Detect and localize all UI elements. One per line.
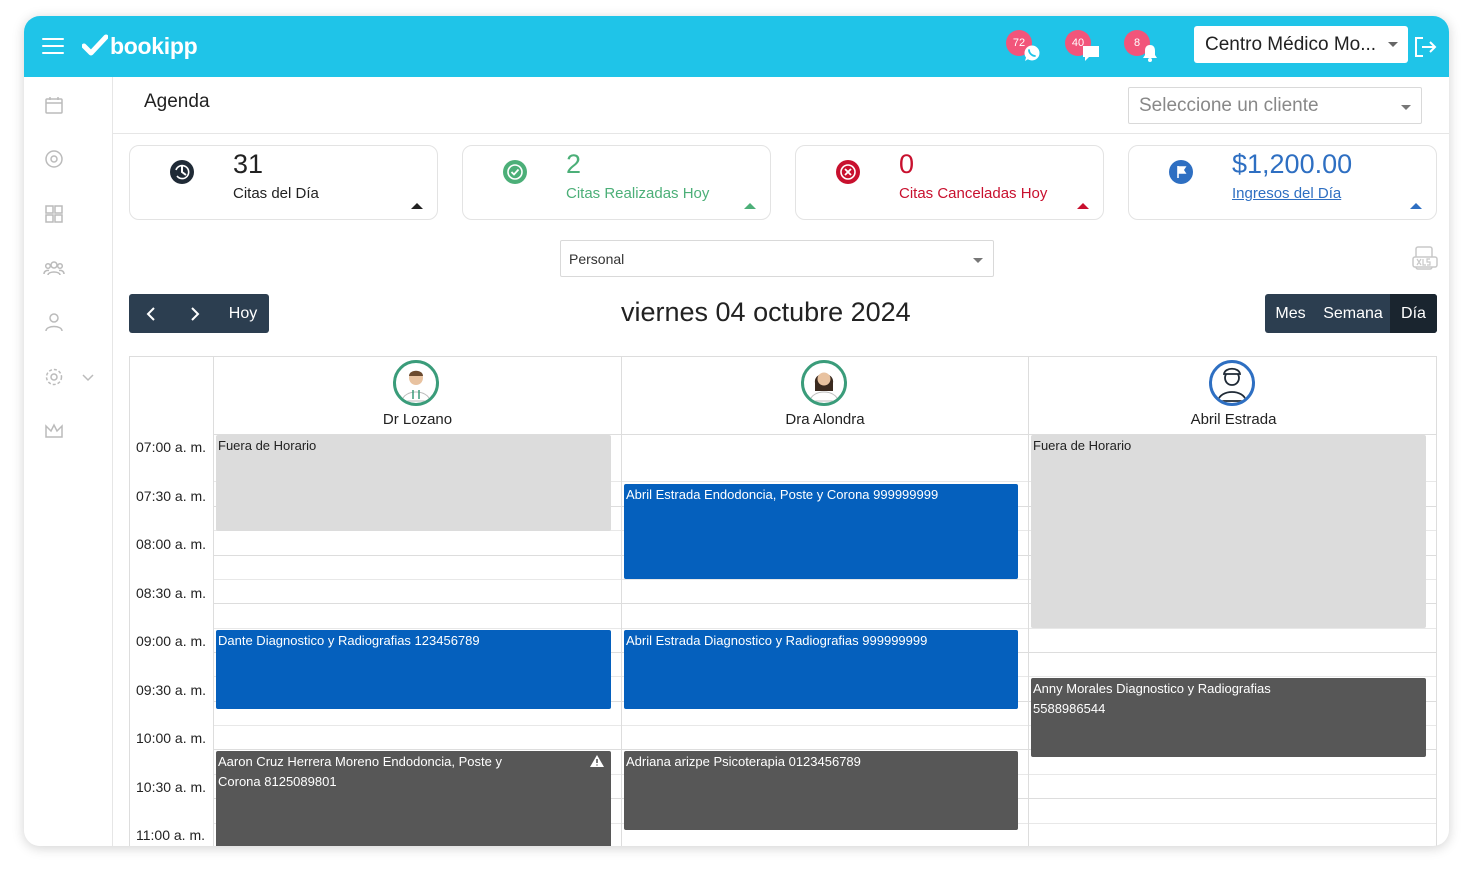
chevron-down-icon[interactable] xyxy=(82,374,94,382)
time-label: 10:00 a. m. xyxy=(136,730,207,746)
stat-label: Citas del Día xyxy=(233,185,319,202)
chevron-left-icon xyxy=(146,306,155,321)
personal-select-value: Personal xyxy=(569,250,625,267)
time-label: 08:30 a. m. xyxy=(136,585,207,601)
check-circle-icon xyxy=(503,160,527,184)
chevron-right-icon xyxy=(191,306,200,321)
appointment-event[interactable]: Abril Estrada Endodoncia, Poste y Corona… xyxy=(624,484,1018,579)
view-week-button[interactable]: Semana xyxy=(1316,294,1390,333)
chevron-down-icon xyxy=(973,258,983,263)
stat-card-canceladas[interactable]: 0 Citas Canceladas Hoy xyxy=(795,145,1104,220)
warning-icon xyxy=(590,755,604,767)
column-divider xyxy=(213,357,214,846)
stat-card-ingresos[interactable]: $1,200.00 Ingresos del Día xyxy=(1128,145,1437,220)
column-divider xyxy=(1028,357,1029,846)
grid-line xyxy=(213,628,1436,629)
center-select[interactable]: Centro Médico Mo... xyxy=(1194,26,1408,63)
gear-icon[interactable] xyxy=(43,366,65,388)
stat-value: 31 xyxy=(233,149,264,179)
staff-name: Abril Estrada xyxy=(1190,411,1277,428)
logo-text: bookipp xyxy=(110,32,198,59)
avatar xyxy=(393,360,439,406)
appointment-event[interactable]: Adriana arizpe Psicoterapia 0123456789 xyxy=(624,751,1018,830)
bell-icon xyxy=(1143,45,1157,62)
time-label: 07:00 a. m. xyxy=(136,439,207,455)
time-label: 11:00 a. m. xyxy=(136,827,206,843)
sidebar xyxy=(24,77,113,846)
bell-notification[interactable]: 8 xyxy=(1124,30,1157,64)
center-select-value: Centro Médico Mo... xyxy=(1205,33,1377,55)
chat-notification[interactable]: 40 xyxy=(1065,30,1099,64)
client-select-placeholder: Seleccione un cliente xyxy=(1139,94,1319,116)
whatsapp-icon xyxy=(1024,45,1040,61)
staff-name: Dra Alondra xyxy=(785,411,865,428)
excel-export-icon[interactable] xyxy=(1412,245,1438,273)
appointment-event[interactable]: Abril Estrada Diagnostico y Radiografias… xyxy=(624,630,1018,709)
menu-icon[interactable] xyxy=(42,38,64,54)
page-title: Agenda xyxy=(144,91,210,112)
off-hours-block[interactable]: Fuera de Horario xyxy=(216,435,611,531)
today-button[interactable]: Hoy xyxy=(217,294,269,333)
avatar xyxy=(801,360,847,406)
appointment-event[interactable]: Anny Morales Diagnostico y Radiografias … xyxy=(1031,678,1426,757)
main-content: Agenda Seleccione un cliente 31 Citas de… xyxy=(113,77,1449,846)
stat-label: Citas Realizadas Hoy xyxy=(566,185,710,202)
grid-icon[interactable] xyxy=(43,203,65,225)
prev-button[interactable] xyxy=(129,294,173,333)
staff-column-header: Abril Estrada xyxy=(1028,357,1436,435)
next-button[interactable] xyxy=(173,294,217,333)
check-logo-icon xyxy=(82,34,108,56)
off-hours-block[interactable]: Fuera de Horario xyxy=(1031,435,1426,628)
calendar-nav: Hoy xyxy=(129,294,269,333)
date-title: viernes 04 octubre 2024 xyxy=(621,297,911,327)
target-icon[interactable] xyxy=(43,148,65,170)
stat-value: 0 xyxy=(899,149,915,179)
appointment-text: Aaron Cruz Herrera Moreno Endodoncia, Po… xyxy=(218,754,502,789)
time-label: 08:00 a. m. xyxy=(136,536,207,552)
main-header: Agenda Seleccione un cliente xyxy=(113,77,1449,134)
view-day-button[interactable]: Día xyxy=(1390,294,1437,333)
staff-column-header: Dra Alondra xyxy=(621,357,1028,435)
app-window: bookipp 72 40 8 Centro Médico Mo... Agen… xyxy=(24,16,1449,846)
appointment-event[interactable]: Dante Diagnostico y Radiografias 1234567… xyxy=(216,630,611,709)
time-label: 10:30 a. m. xyxy=(136,779,207,795)
personal-select[interactable]: Personal xyxy=(560,240,994,277)
caret-up-icon xyxy=(744,203,756,209)
stat-card-citas-dia[interactable]: 31 Citas del Día xyxy=(129,145,438,220)
stat-label: Citas Canceladas Hoy xyxy=(899,185,1048,202)
top-bar: bookipp 72 40 8 Centro Médico Mo... xyxy=(24,16,1449,77)
cancel-circle-icon xyxy=(836,160,860,184)
caret-up-icon xyxy=(1410,203,1422,209)
view-month-button[interactable]: Mes xyxy=(1265,294,1316,333)
day-calendar: Dr Lozano Dra Alondra Abril Estrada 07:0… xyxy=(129,356,1437,846)
column-divider xyxy=(621,357,622,846)
time-label: 09:30 a. m. xyxy=(136,682,207,698)
logout-icon[interactable] xyxy=(1413,35,1439,59)
flag-icon xyxy=(1169,160,1193,184)
chat-icon xyxy=(1083,46,1099,61)
time-label: 07:30 a. m. xyxy=(136,488,207,504)
appointment-event[interactable]: Aaron Cruz Herrera Moreno Endodoncia, Po… xyxy=(216,751,611,846)
staff-name: Dr Lozano xyxy=(382,411,453,428)
user-icon[interactable] xyxy=(43,311,65,333)
whatsapp-notification[interactable]: 72 xyxy=(1006,30,1040,64)
history-icon xyxy=(170,160,194,184)
chevron-down-icon xyxy=(1401,105,1411,110)
stat-card-realizadas[interactable]: 2 Citas Realizadas Hoy xyxy=(462,145,771,220)
stat-value: 2 xyxy=(566,149,582,179)
avatar xyxy=(1209,360,1255,406)
client-select[interactable]: Seleccione un cliente xyxy=(1128,87,1422,124)
calendar-icon[interactable] xyxy=(43,94,65,116)
stat-value: $1,200.00 xyxy=(1232,149,1353,179)
view-switcher: Mes Semana Día xyxy=(1265,294,1437,333)
crown-icon[interactable] xyxy=(43,420,65,442)
users-icon[interactable] xyxy=(43,257,65,279)
logo[interactable]: bookipp xyxy=(82,30,198,62)
stat-label-link[interactable]: Ingresos del Día xyxy=(1232,185,1341,202)
staff-column-header: Dr Lozano xyxy=(213,357,621,435)
chevron-down-icon xyxy=(1388,42,1398,47)
time-label: 09:00 a. m. xyxy=(136,633,207,649)
caret-up-icon xyxy=(411,203,423,209)
caret-up-icon xyxy=(1077,203,1089,209)
